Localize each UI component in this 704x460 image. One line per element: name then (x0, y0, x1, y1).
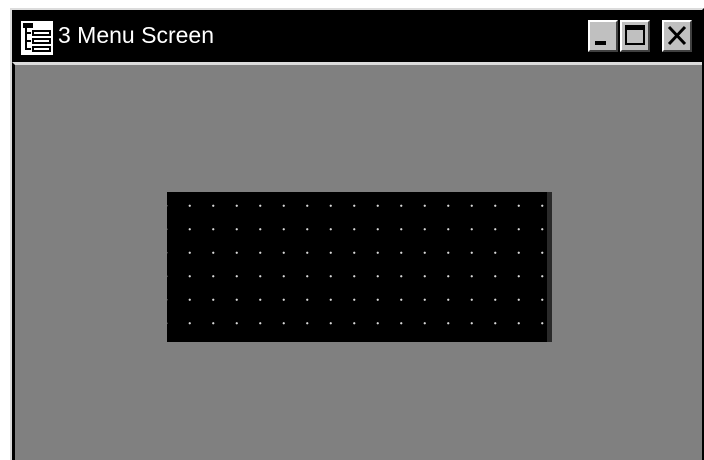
maximize-button[interactable] (620, 20, 650, 52)
minimize-icon (595, 41, 606, 45)
title-bar[interactable]: 3 Menu Screen (12, 10, 702, 62)
menu-tree-icon[interactable] (20, 20, 54, 56)
window-title: 3 Menu Screen (58, 22, 214, 48)
minimize-button[interactable] (588, 20, 618, 52)
maximize-icon (625, 25, 645, 45)
menu-screen-canvas[interactable] (167, 192, 552, 342)
close-button[interactable] (662, 20, 692, 52)
client-area (12, 62, 702, 460)
menu-screen-window: 3 Menu Screen (10, 8, 704, 460)
close-icon (667, 25, 687, 46)
